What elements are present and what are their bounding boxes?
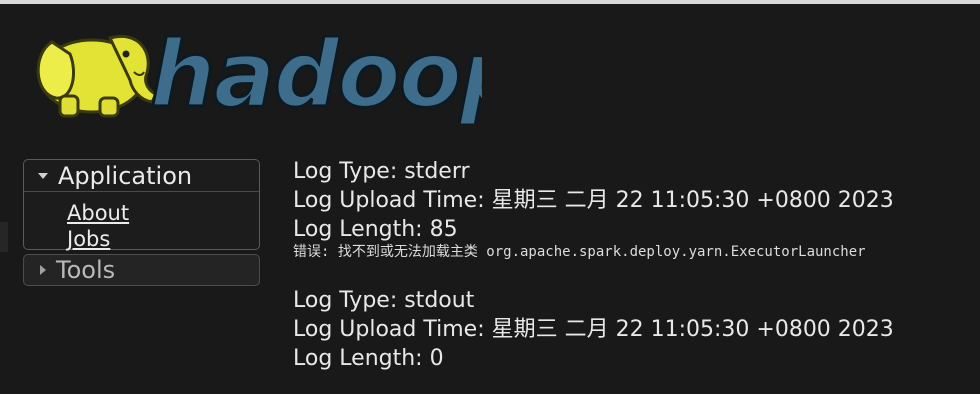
log-upload-time: Log Upload Time: 星期三 二月 22 11:05:30 +080… — [293, 188, 894, 213]
log-block-stdout: Log Type: stdout Log Upload Time: 星期三 二月… — [293, 286, 973, 373]
log-length: Log Length: 0 — [293, 346, 444, 371]
caret-down-icon — [38, 172, 48, 179]
elephant-icon — [36, 35, 159, 118]
window-top-border — [0, 0, 980, 4]
left-edge-tab — [0, 222, 8, 252]
application-links: About Jobs — [24, 192, 259, 252]
jobs-link[interactable]: Jobs — [67, 226, 110, 252]
log-upload-time: Log Upload Time: 星期三 二月 22 11:05:30 +080… — [293, 317, 894, 342]
log-contents: 错误: 找不到或无法加载主类 org.apache.spark.deploy.y… — [293, 244, 866, 260]
hadoop-logo: hadoop — [36, 20, 482, 124]
log-length: Log Length: 85 — [293, 217, 458, 242]
hadoop-wordmark: hadoop — [150, 21, 482, 124]
application-panel: Application About Jobs — [23, 159, 260, 252]
sidebar: Application About Jobs Tools — [23, 159, 260, 286]
tools-panel: Tools — [23, 254, 260, 286]
about-link[interactable]: About — [67, 200, 129, 226]
log-block-stderr: Log Type: stderr Log Upload Time: 星期三 二月… — [293, 157, 973, 262]
log-type: Log Type: stderr — [293, 159, 470, 184]
caret-right-icon — [40, 265, 46, 275]
tools-panel-title: Tools — [56, 256, 116, 284]
application-panel-title: Application — [58, 161, 193, 190]
log-content-area: Log Type: stderr Log Upload Time: 星期三 二月… — [293, 157, 973, 383]
tools-panel-header[interactable]: Tools — [24, 255, 259, 285]
application-panel-header[interactable]: Application — [24, 160, 259, 192]
log-type: Log Type: stdout — [293, 288, 475, 313]
